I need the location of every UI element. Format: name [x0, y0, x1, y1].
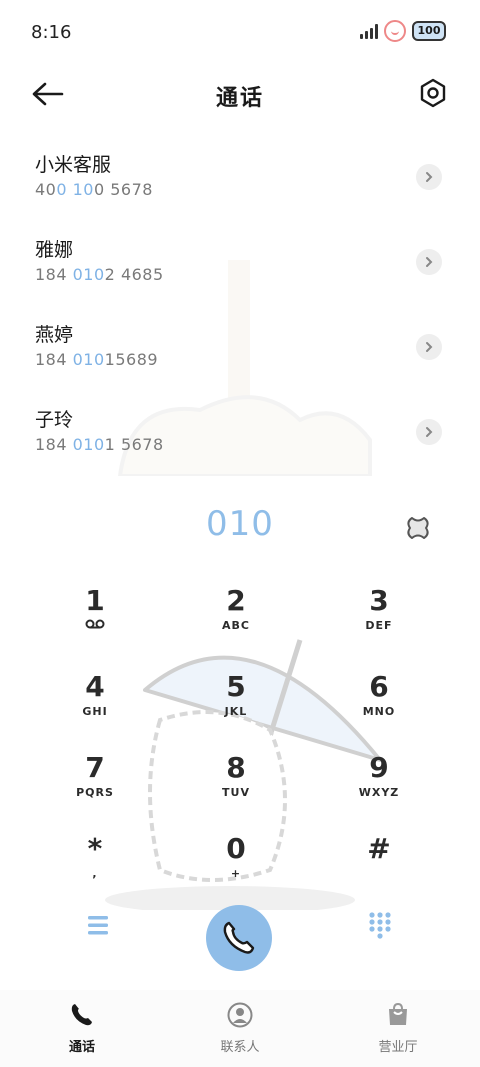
- key-8[interactable]: 8 TUV: [181, 752, 291, 816]
- chevron-right-icon[interactable]: [416, 419, 442, 445]
- contact-number: 184 01015689: [35, 350, 159, 369]
- call-button[interactable]: [206, 905, 272, 971]
- key-7[interactable]: 7 PQRS: [40, 752, 150, 816]
- key-9[interactable]: 9 WXYZ: [324, 752, 434, 816]
- contact-row[interactable]: 雅娜 184 0102 4685: [0, 225, 480, 310]
- app-header: 通话: [0, 66, 480, 124]
- chevron-right-icon[interactable]: [416, 334, 442, 360]
- contact-name: 子玲: [35, 409, 74, 431]
- contact-row[interactable]: 燕婷 184 01015689: [0, 310, 480, 395]
- dial-input[interactable]: 010: [0, 500, 480, 556]
- menu-icon[interactable]: [84, 913, 112, 937]
- key-4[interactable]: 4 GHI: [40, 671, 150, 735]
- contact-name: 燕婷: [35, 324, 74, 346]
- status-icons: 100: [360, 20, 446, 42]
- search-results-list: 小米客服 400 100 5678 雅娜 184 0102 4685 燕婷 18…: [0, 140, 480, 476]
- key-hash[interactable]: #: [324, 833, 434, 897]
- bag-icon: [389, 1002, 407, 1025]
- key-5[interactable]: 5 JKL: [181, 671, 291, 735]
- nav-contacts[interactable]: 联系人: [195, 1002, 285, 1055]
- bottom-nav: 通话 联系人 营业厅: [0, 990, 480, 1067]
- person-icon: [227, 1002, 253, 1028]
- status-time: 8:16: [31, 22, 72, 43]
- battery-icon: 100: [412, 21, 446, 41]
- contact-number: 184 0102 4685: [35, 265, 164, 284]
- voicemail-icon: [85, 619, 105, 629]
- sticker-icon: [384, 20, 406, 42]
- settings-icon[interactable]: [418, 78, 448, 108]
- page-title: 通话: [215, 86, 264, 111]
- status-bar: 8:16 100: [0, 0, 480, 66]
- key-2[interactable]: 2 ABC: [181, 585, 291, 649]
- contact-row[interactable]: 子玲 184 0101 5678: [0, 395, 480, 476]
- key-3[interactable]: 3 DEF: [324, 585, 434, 649]
- contact-number: 400 100 5678: [35, 180, 153, 199]
- key-1[interactable]: 1: [40, 585, 150, 649]
- dialpad-icon[interactable]: [368, 911, 392, 939]
- backspace-icon[interactable]: [404, 514, 432, 542]
- nav-calls[interactable]: 通话: [37, 1002, 127, 1055]
- key-0[interactable]: 0 +: [181, 833, 291, 897]
- chevron-right-icon[interactable]: [416, 249, 442, 275]
- contact-name: 小米客服: [35, 154, 112, 176]
- nav-service-hall[interactable]: 营业厅: [353, 1002, 443, 1055]
- phone-handset-icon: [223, 921, 255, 954]
- dialer-actions: [0, 905, 480, 975]
- contact-row[interactable]: 小米客服 400 100 5678: [0, 140, 480, 225]
- signal-icon: [360, 23, 378, 39]
- chevron-right-icon[interactable]: [416, 164, 442, 190]
- key-star[interactable]: *,: [40, 833, 150, 897]
- key-6[interactable]: 6 MNO: [324, 671, 434, 735]
- phone-icon: [71, 1004, 92, 1026]
- contact-number: 184 0101 5678: [35, 435, 164, 454]
- dialpad: 1 2 ABC 3 DEF 4 GHI 5 JKL 6 MNO 7 PQRS 8 TUV 9W…: [0, 575, 480, 910]
- contact-name: 雅娜: [35, 239, 74, 261]
